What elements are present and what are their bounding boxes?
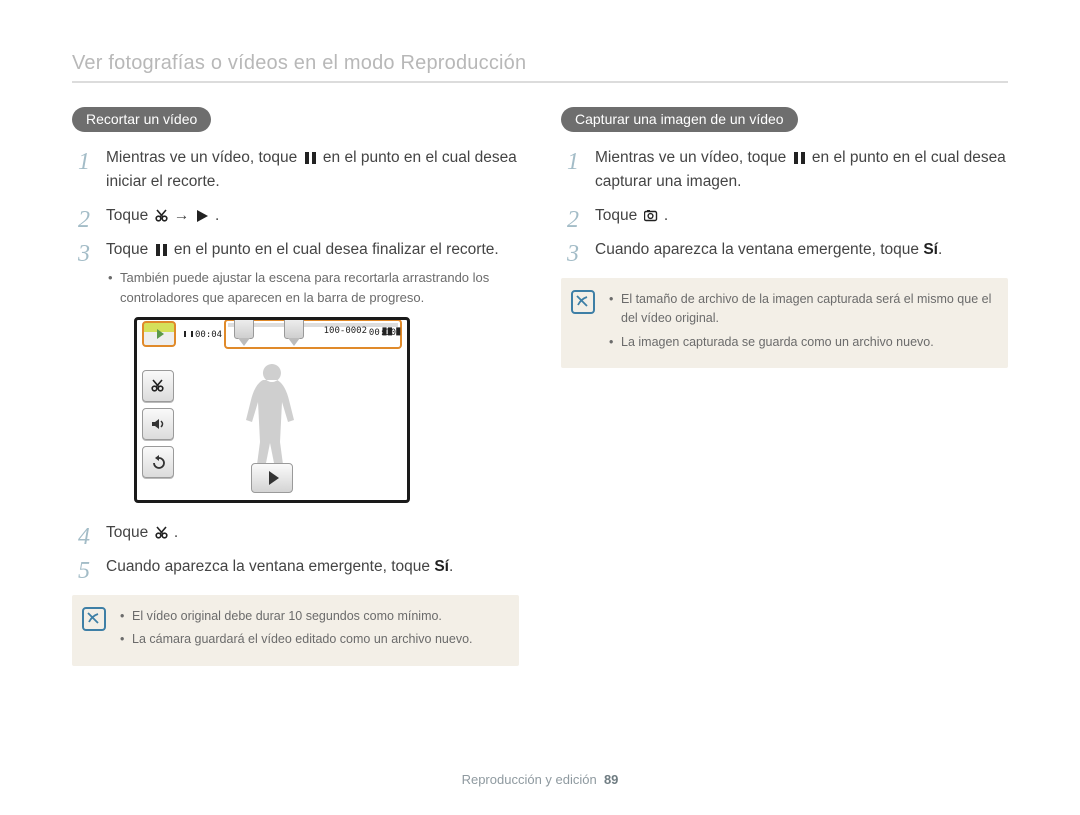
side-buttons bbox=[142, 370, 174, 478]
play-button bbox=[251, 463, 293, 493]
pause-icon bbox=[155, 244, 168, 256]
manual-page: Ver fotografías o vídeos en el modo Repr… bbox=[0, 0, 1080, 815]
battery-icon: ▮▮ ▮ bbox=[382, 324, 401, 340]
thumbnail-icon bbox=[142, 321, 176, 347]
page-title: Ver fotografías o vídeos en el modo Repr… bbox=[72, 52, 1008, 83]
step-2: 2 Toque → . bbox=[72, 204, 519, 228]
scissors-icon bbox=[155, 526, 168, 539]
video-trim-screenshot: 00:04 00:10 100-0002 ▮▮ ▮ bbox=[134, 317, 410, 503]
step-3-sub: También puede ajustar la escena para rec… bbox=[106, 268, 519, 307]
note-right-line-2: La imagen capturada se guarda como un ar… bbox=[609, 333, 992, 352]
step-3: 3 Toque en el punto en el cual desea fin… bbox=[72, 238, 519, 503]
person-silhouette bbox=[232, 356, 312, 476]
step-5: 5 Cuando aparezca la ventana emergente, … bbox=[72, 555, 519, 579]
step-4: 4 Toque . bbox=[72, 521, 519, 545]
r-step-2: 2 Toque . bbox=[561, 204, 1008, 228]
elapsed-time: 00:04 bbox=[184, 329, 222, 343]
page-footer: Reproducción y edición 89 bbox=[0, 772, 1080, 787]
trim-handle-start bbox=[234, 317, 254, 339]
left-steps: 1 Mientras ve un vídeo, toque en el punt… bbox=[72, 146, 519, 579]
note-right: El tamaño de archivo de la imagen captur… bbox=[561, 278, 1008, 368]
note-icon bbox=[571, 290, 595, 314]
step-1: 1 Mientras ve un vídeo, toque en el punt… bbox=[72, 146, 519, 194]
right-steps: 1 Mientras ve un vídeo, toque en el punt… bbox=[561, 146, 1008, 262]
note-icon bbox=[82, 607, 106, 631]
scissors-icon bbox=[155, 209, 168, 222]
file-number: 100-0002 bbox=[324, 325, 367, 339]
pause-icon bbox=[793, 152, 806, 164]
trim-handle-end bbox=[284, 317, 304, 339]
note-right-line-1: El tamaño de archivo de la imagen captur… bbox=[609, 290, 992, 329]
pause-icon bbox=[304, 152, 317, 164]
note-left-line-2: La cámara guardará el vídeo editado como… bbox=[120, 630, 503, 649]
left-column: Recortar un vídeo 1 Mientras ve un vídeo… bbox=[72, 107, 519, 666]
two-column-layout: Recortar un vídeo 1 Mientras ve un vídeo… bbox=[72, 107, 1008, 666]
scissors-button bbox=[142, 370, 174, 402]
note-left-line-1: El vídeo original debe durar 10 segundos… bbox=[120, 607, 503, 626]
capture-icon bbox=[644, 209, 658, 222]
trim-bar: 00:10 bbox=[224, 319, 402, 349]
r-step-1: 1 Mientras ve un vídeo, toque en el punt… bbox=[561, 146, 1008, 194]
right-column: Capturar una imagen de un vídeo 1 Mientr… bbox=[561, 107, 1008, 666]
back-button bbox=[142, 446, 174, 478]
note-left: El vídeo original debe durar 10 segundos… bbox=[72, 595, 519, 666]
r-step-3: 3 Cuando aparezca la ventana emergente, … bbox=[561, 238, 1008, 262]
play-icon bbox=[196, 210, 209, 222]
section-heading-right: Capturar una imagen de un vídeo bbox=[561, 107, 798, 132]
volume-button bbox=[142, 408, 174, 440]
section-heading-left: Recortar un vídeo bbox=[72, 107, 211, 132]
